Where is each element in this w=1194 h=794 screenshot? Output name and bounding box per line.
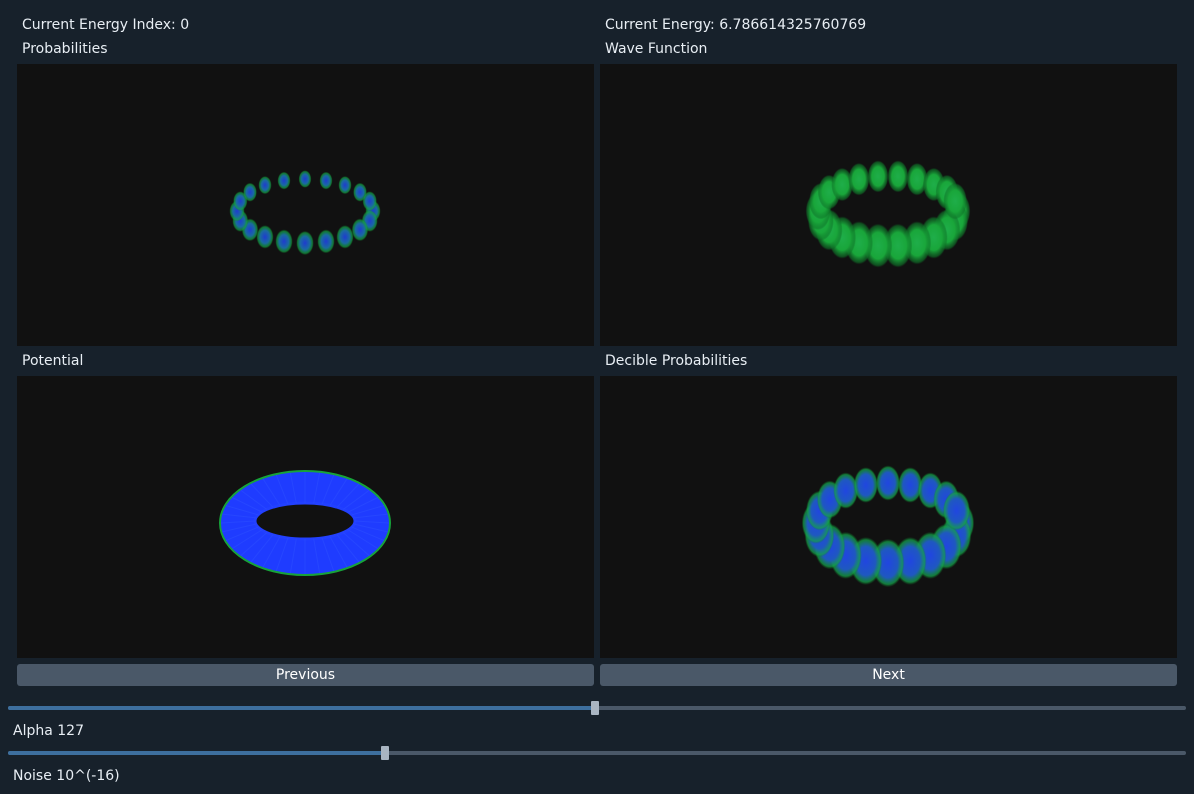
potential-render xyxy=(219,470,391,576)
probability-lobe xyxy=(277,171,291,190)
probability-lobe xyxy=(298,170,312,188)
wave-function-render xyxy=(805,160,971,268)
decible-lobe xyxy=(942,490,971,531)
probability-lobe xyxy=(317,229,335,254)
probability-lobe xyxy=(319,171,333,190)
potential-torus xyxy=(219,470,391,576)
probability-lobe xyxy=(336,225,354,249)
probabilities-viewport[interactable] xyxy=(17,64,594,346)
alpha-slider-fill xyxy=(8,706,595,710)
alpha-slider[interactable] xyxy=(8,700,1186,716)
decible-lobe xyxy=(853,467,878,503)
energy-value-label: Current Energy: 6.786614325760769 xyxy=(605,17,867,33)
wave-function-lobes xyxy=(805,160,971,268)
wave-function-viewport[interactable] xyxy=(600,64,1177,346)
probability-lobe xyxy=(256,225,274,249)
decible-probabilities-render xyxy=(801,465,975,588)
probability-lobe xyxy=(275,229,293,254)
alpha-slider-handle[interactable] xyxy=(591,701,599,715)
panel-title-potential: Potential xyxy=(22,353,84,369)
app-window: Current Energy Index: 0 Current Energy: … xyxy=(0,0,1194,794)
energy-index-label: Current Energy Index: 0 xyxy=(22,17,190,33)
noise-slider-fill xyxy=(8,751,385,755)
probability-lobe xyxy=(258,176,272,195)
noise-label: Noise 10^(-16) xyxy=(13,768,120,784)
wave-function-lobe xyxy=(887,160,909,193)
noise-slider[interactable] xyxy=(8,745,1186,761)
probability-lobes xyxy=(229,170,381,256)
probabilities-render xyxy=(229,170,381,256)
decible-lobes xyxy=(801,465,975,588)
probability-lobe xyxy=(338,176,352,195)
wave-function-lobe xyxy=(848,162,870,196)
panel-title-decible-probabilities: Decible Probabilities xyxy=(605,353,748,369)
decible-lobe xyxy=(876,465,900,501)
panel-title-probabilities: Probabilities xyxy=(22,41,108,57)
next-button[interactable]: Next xyxy=(600,664,1177,686)
probability-lobe xyxy=(243,182,257,202)
previous-button[interactable]: Previous xyxy=(17,664,594,686)
wave-function-lobe xyxy=(867,160,889,193)
noise-slider-handle[interactable] xyxy=(381,746,389,760)
wave-function-lobe xyxy=(943,182,967,220)
probability-lobe xyxy=(362,191,377,211)
panel-title-wave-function: Wave Function xyxy=(605,41,708,57)
probability-lobe xyxy=(351,218,369,242)
decible-probabilities-viewport[interactable] xyxy=(600,376,1177,658)
probability-lobe xyxy=(296,230,314,256)
alpha-label: Alpha 127 xyxy=(13,723,84,739)
potential-viewport[interactable] xyxy=(17,376,594,658)
